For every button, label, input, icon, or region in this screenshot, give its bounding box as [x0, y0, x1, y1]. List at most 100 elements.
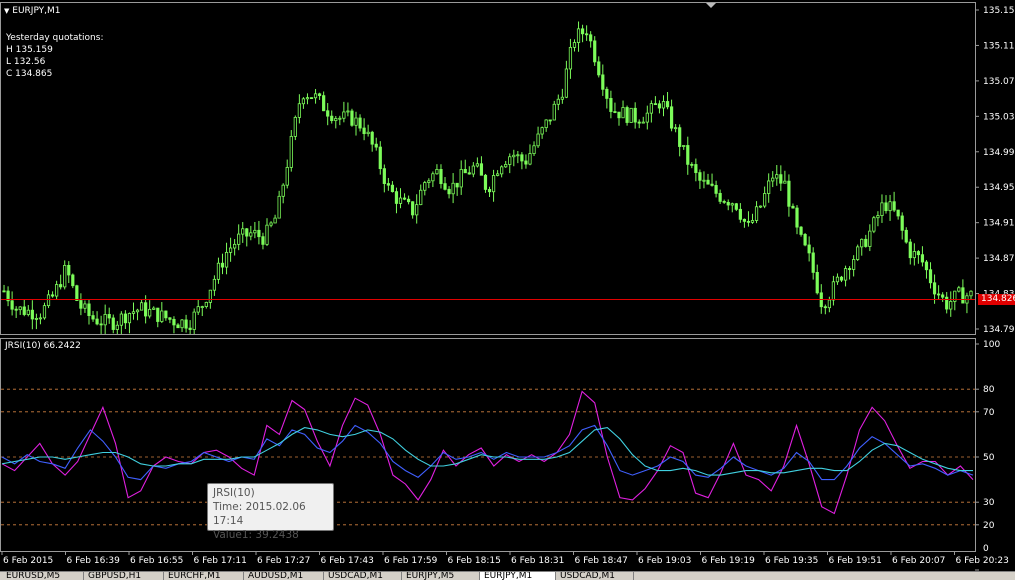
candle	[763, 186, 767, 209]
candle	[568, 38, 573, 79]
candle-series	[2, 21, 973, 334]
shift-marker-icon[interactable]	[706, 3, 716, 8]
candle	[281, 183, 285, 204]
quote-close: C 134.865	[6, 69, 53, 79]
candle	[443, 177, 447, 191]
candle	[965, 292, 969, 314]
quotes-title: Yesterday quotations:	[6, 33, 104, 43]
candle	[848, 266, 852, 280]
time-tick-label: 6 Feb 17:11	[194, 556, 247, 566]
candle	[358, 114, 362, 132]
candle	[884, 195, 888, 214]
candle	[326, 103, 330, 126]
candle	[119, 311, 123, 334]
candle	[674, 124, 678, 133]
candle	[241, 222, 245, 243]
candle	[342, 101, 346, 123]
candle	[196, 299, 200, 315]
candle	[26, 305, 30, 317]
time-tick-label: 6 Feb 17:59	[384, 556, 438, 566]
candle	[710, 173, 714, 187]
candle	[560, 88, 564, 104]
candle	[641, 116, 645, 124]
candle	[261, 232, 265, 250]
candle	[293, 115, 297, 141]
candle	[309, 97, 314, 100]
candle	[702, 171, 706, 189]
candle	[253, 222, 257, 239]
candle	[346, 102, 350, 117]
price-tick-label: 134.992	[983, 148, 1015, 158]
candle	[350, 108, 354, 127]
candle	[835, 273, 840, 285]
candle	[690, 162, 694, 169]
candle	[42, 302, 47, 320]
candle	[427, 178, 431, 189]
candle	[131, 302, 136, 320]
candle	[665, 91, 670, 110]
candle	[67, 261, 71, 284]
candle	[682, 145, 686, 150]
candle	[269, 221, 273, 228]
candle	[483, 173, 488, 193]
symbol-label[interactable]: ▼ EURJPY,M1	[4, 6, 61, 16]
candle	[107, 307, 111, 324]
candle	[390, 181, 395, 193]
candle	[139, 299, 144, 311]
candle	[876, 211, 880, 227]
candle	[439, 164, 443, 189]
candle	[305, 93, 310, 105]
candle	[249, 225, 253, 241]
candle	[896, 209, 900, 220]
candle	[216, 257, 221, 284]
rsi-tick-label: 50	[983, 453, 995, 463]
candle	[370, 130, 374, 152]
candle	[904, 227, 908, 244]
candle	[491, 169, 496, 202]
candle	[536, 126, 540, 148]
time-tick-label: 6 Feb 18:47	[575, 556, 628, 566]
candle	[649, 100, 653, 123]
candle	[334, 115, 338, 129]
candle	[601, 64, 605, 96]
candle	[407, 195, 411, 205]
candle	[572, 39, 577, 52]
candle	[394, 187, 399, 214]
time-axis: 6 Feb 2015 6 Feb 16:39 6 Feb 16:55 6 Feb 17…	[1, 551, 1009, 566]
candle	[686, 136, 690, 175]
candle	[843, 265, 848, 287]
rsi-tick-label: 80	[983, 385, 995, 395]
candle	[613, 102, 617, 114]
candle	[148, 300, 152, 319]
chart-canvas[interactable]: 135.152 135.112 135.072 135.032 134.992 134.9…	[0, 0, 1015, 571]
candle	[839, 275, 844, 283]
candle	[435, 164, 439, 175]
candle	[111, 314, 115, 334]
quote-low: L 132.56	[6, 57, 46, 67]
indicator-panel-frame	[0, 338, 976, 552]
candle	[787, 174, 791, 217]
candle	[245, 227, 249, 247]
candle	[516, 150, 520, 164]
candle	[220, 253, 225, 275]
quote-high: H 135.159	[6, 45, 53, 55]
candle	[880, 194, 884, 223]
time-tick-label: 6 Feb 19:51	[829, 556, 882, 566]
candle	[767, 173, 771, 203]
candle	[75, 284, 79, 302]
rsi-tick-label: 0	[983, 544, 989, 554]
candle	[471, 162, 475, 178]
candle	[807, 236, 811, 262]
candle	[317, 92, 322, 100]
candle	[237, 224, 241, 251]
current-price-badge: 134.826	[978, 293, 1015, 305]
candle	[892, 191, 896, 213]
candle	[467, 166, 471, 175]
candle	[520, 152, 524, 170]
rsi-line-blue	[1, 424, 974, 481]
candle	[184, 314, 188, 333]
candle	[285, 159, 289, 189]
candle	[504, 160, 508, 168]
rsi-series	[1, 390, 974, 515]
time-tick-label: 6 Feb 20:07	[892, 556, 945, 566]
